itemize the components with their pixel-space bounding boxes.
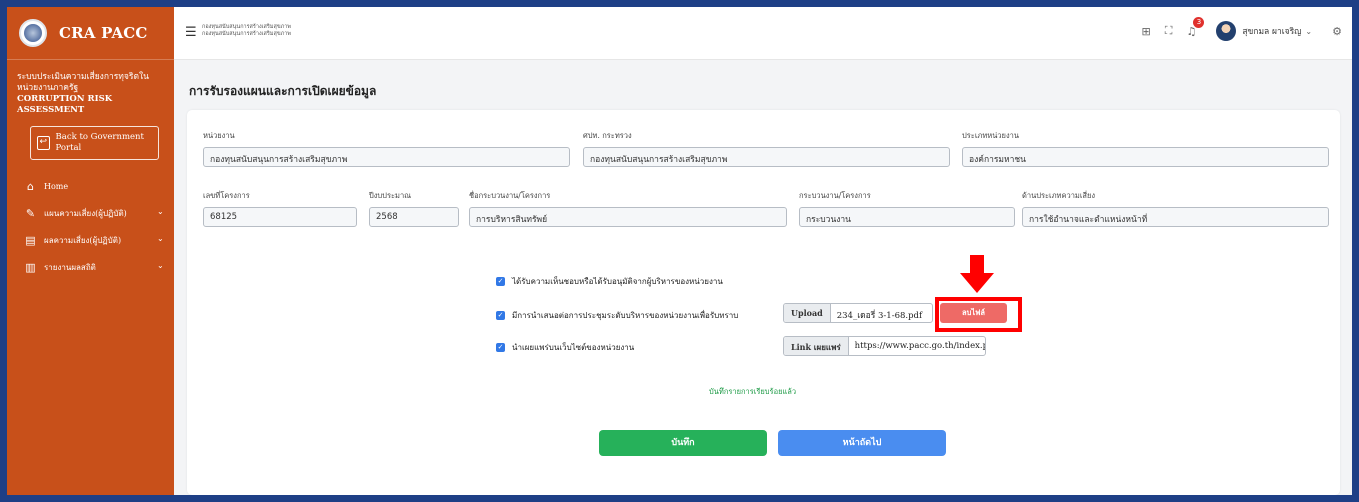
project-no-label: เลขที่โครงการ: [203, 191, 250, 200]
saved-message: บันทึกรายการเรียบร้อยแล้ว: [709, 387, 797, 396]
chevron-down-icon: ⌄: [157, 234, 164, 243]
sidebar-item-label: ผลความเสี่ยง(ผู้ปฏิบัติ): [44, 235, 122, 245]
process-type-field[interactable]: กระบวนงาน: [799, 207, 1015, 227]
system-title: ระบบประเมินความเสี่ยงการทุจริตในหน่วยงาน…: [7, 60, 174, 116]
topbar-actions: ⊞ ⛶ ♫ 3 สุขกมล ผาเจริญ ⌄ ⚙: [1128, 16, 1342, 41]
published-row: ✓ นำเผยแพร่บนเว็บไซต์ของหน่วยงาน: [496, 341, 634, 354]
sidebar: CRA PACC ระบบประเมินความเสี่ยงการทุจริตใ…: [7, 7, 174, 495]
breadcrumb: กองทุนสนับสนุนการสร้างเสริมสุขภาพ กองทุน…: [202, 24, 291, 38]
sidebar-item-risk-result[interactable]: ▤ ผลความเสี่ยง(ผู้ปฏิบัติ) ⌄: [7, 228, 174, 252]
edit-icon: ✎: [25, 206, 36, 220]
back-to-portal-label: Back to Government Portal: [55, 132, 144, 153]
sidebar-item-label: รายงานผลสถิติ: [44, 262, 96, 272]
chart-icon: ▥: [25, 260, 36, 274]
agency-label: หน่วยงาน: [203, 131, 235, 140]
ministry-label: ศปท. กระทรวง: [583, 131, 632, 140]
uploaded-file-name: 234_เดอรี่ 3-1-68.pdf: [836, 311, 923, 321]
notification-bell[interactable]: ♫ 3: [1186, 16, 1205, 38]
top-bar: ☰ กองทุนสนับสนุนการสร้างเสริมสุขภาพ กองท…: [174, 7, 1352, 60]
annotation-highlight-box: [935, 297, 1022, 332]
brand-name: CRA PACC: [59, 24, 148, 42]
notification-badge: 3: [1193, 16, 1205, 28]
system-title-en: CORRUPTION RISK ASSESSMENT: [17, 94, 113, 115]
risk-type-label: ด้านประเภทความเสี่ยง: [1022, 191, 1096, 200]
agency-type-field[interactable]: องค์การมหาชน: [962, 147, 1329, 167]
publish-link-field[interactable]: Link เผยแพร่ https://www.pacc.go.th/inde…: [783, 336, 986, 356]
logo-emblem: [19, 19, 47, 47]
back-to-portal-button[interactable]: ↩ Back to Government Portal: [30, 126, 159, 160]
published-label: นำเผยแพร่บนเว็บไซต์ของหน่วยงาน: [512, 343, 635, 352]
approval-label: ได้รับความเห็นชอบหรือได้รับอนุมัติจากผู้…: [512, 277, 723, 286]
form-card: หน่วยงาน กองทุนสนับสนุนการสร้างเสริมสุขภ…: [187, 110, 1340, 495]
fullscreen-icon[interactable]: ⛶: [1165, 24, 1173, 38]
agency-type-label: ประเภทหน่วยงาน: [962, 131, 1019, 140]
process-name-field[interactable]: การบริหารสินทรัพย์: [469, 207, 787, 227]
approval-checkbox[interactable]: ✓: [496, 277, 505, 286]
fiscal-year-field[interactable]: 2568: [369, 207, 459, 227]
risk-type-field[interactable]: การใช้อำนาจและตำแหน่งหน้าที่: [1022, 207, 1329, 227]
avatar[interactable]: [1216, 21, 1237, 41]
sidebar-item-home[interactable]: ⌂ Home: [7, 174, 174, 198]
chevron-down-icon: ⌄: [157, 207, 164, 216]
document-icon: ▤: [25, 233, 36, 247]
sidebar-item-risk-plan[interactable]: ✎ แผนความเสี่ยง(ผู้ปฏิบัติ) ⌄: [7, 201, 174, 225]
process-type-label: กระบวนงาน/โครงการ: [799, 191, 871, 200]
user-name[interactable]: สุขกมล ผาเจริญ: [1242, 24, 1301, 38]
agency-field[interactable]: กองทุนสนับสนุนการสร้างเสริมสุขภาพ: [203, 147, 570, 167]
presented-checkbox[interactable]: ✓: [496, 311, 505, 320]
link-prefix: Link เผยแพร่: [784, 337, 849, 355]
process-name-label: ชื่อกระบวนงาน/โครงการ: [469, 191, 551, 200]
main-content: การรับรองแผนและการเปิดเผยข้อมูล หน่วยงาน…: [174, 60, 1352, 495]
page-title: การรับรองแผนและการเปิดเผยข้อมูล: [189, 84, 377, 98]
sidebar-item-report[interactable]: ▥ รายงานผลสถิติ ⌄: [7, 255, 174, 279]
presented-label: มีการนำเสนอต่อการประชุมระดับบริหารของหน่…: [512, 311, 739, 320]
exit-icon: ↩: [37, 136, 50, 150]
breadcrumb-line: กองทุนสนับสนุนการสร้างเสริมสุขภาพ: [202, 24, 291, 30]
approval-row: ✓ ได้รับความเห็นชอบหรือได้รับอนุมัติจากผ…: [496, 275, 723, 288]
annotation-arrow-icon: [960, 255, 994, 293]
chevron-down-icon[interactable]: ⌄: [1305, 27, 1312, 36]
sidebar-item-label: Home: [44, 181, 69, 191]
app-window: CRA PACC ระบบประเมินความเสี่ยงการทุจริตใ…: [7, 7, 1352, 495]
menu-toggle-icon[interactable]: ☰: [185, 25, 197, 40]
breadcrumb-line: กองทุนสนับสนุนการสร้างเสริมสุขภาพ: [202, 31, 291, 37]
presented-row: ✓ มีการนำเสนอต่อการประชุมระดับบริหารของห…: [496, 309, 738, 322]
fiscal-year-label: ปีงบประมาณ: [369, 191, 412, 200]
next-page-button[interactable]: หน้าถัดไป: [778, 430, 946, 456]
ministry-field[interactable]: กองทุนสนับสนุนการสร้างเสริมสุขภาพ: [583, 147, 950, 167]
publish-link-url: https://www.pacc.go.th/index.php: [854, 341, 985, 351]
sidebar-item-label: แผนความเสี่ยง(ผู้ปฏิบัติ): [44, 208, 127, 218]
brand[interactable]: CRA PACC: [7, 7, 174, 60]
system-title-th: ระบบประเมินความเสี่ยงการทุจริตในหน่วยงาน…: [17, 72, 149, 93]
gear-icon[interactable]: ⚙: [1332, 25, 1342, 38]
chevron-down-icon: ⌄: [157, 261, 164, 270]
upload-prefix: Upload: [784, 304, 831, 322]
save-button[interactable]: บันทึก: [599, 430, 767, 456]
upload-file-field[interactable]: Upload 234_เดอรี่ 3-1-68.pdf: [783, 303, 933, 323]
published-checkbox[interactable]: ✓: [496, 343, 505, 352]
sidebar-nav: ⌂ Home ✎ แผนความเสี่ยง(ผู้ปฏิบัติ) ⌄ ▤ ผ…: [7, 174, 174, 279]
project-no-field[interactable]: 68125: [203, 207, 357, 227]
apps-grid-icon[interactable]: ⊞: [1142, 25, 1151, 38]
home-icon: ⌂: [27, 179, 34, 193]
